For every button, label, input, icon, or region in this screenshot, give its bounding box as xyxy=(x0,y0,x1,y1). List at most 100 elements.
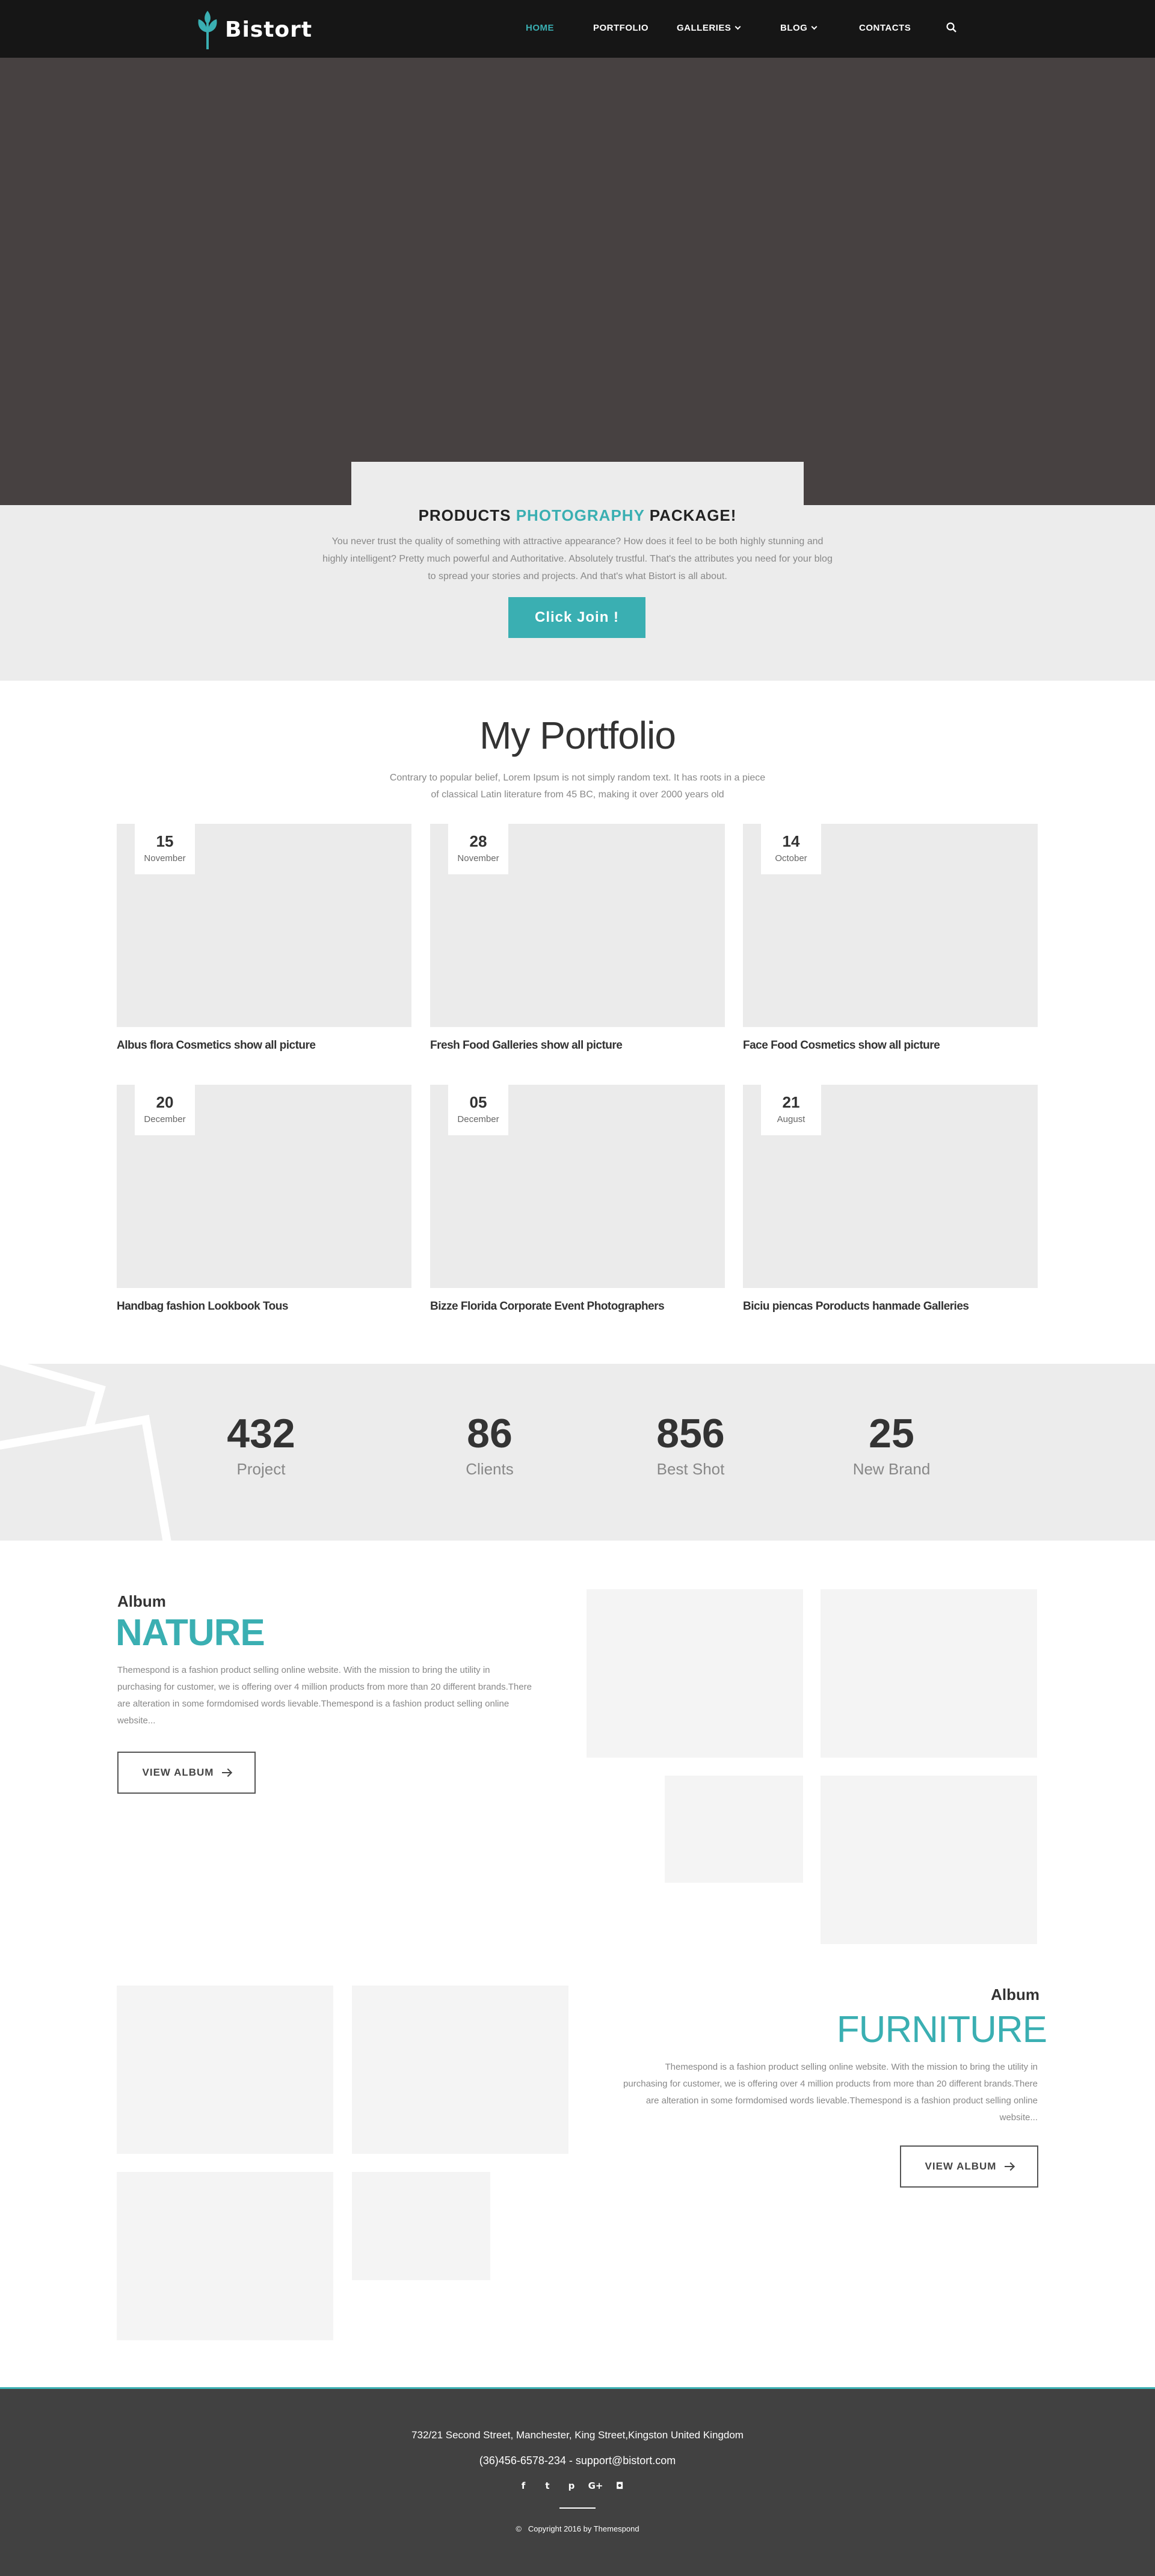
portfolio-image[interactable]: 14 October xyxy=(743,824,1038,1027)
date-month: December xyxy=(144,1114,186,1124)
portfolio-card-title[interactable]: Biciu piencas Poroducts hanmade Gallerie… xyxy=(743,1300,1038,1313)
album-photo[interactable] xyxy=(665,1776,803,1883)
counter-value: 432 xyxy=(227,1411,295,1456)
date-month: October xyxy=(775,853,807,863)
album-photo[interactable] xyxy=(352,2172,490,2280)
facebook-icon[interactable]: f xyxy=(517,2480,529,2492)
nav-home[interactable]: HOME xyxy=(526,23,554,33)
counter-label: Project xyxy=(236,1460,286,1478)
twitter-icon[interactable]: t xyxy=(541,2480,553,2492)
album-photo[interactable] xyxy=(117,1986,333,2154)
arrow-right-icon xyxy=(1005,2166,1014,2167)
counter-value: 856 xyxy=(656,1411,725,1456)
portfolio-image[interactable]: 28 November xyxy=(430,824,725,1027)
date-badge: 21 August xyxy=(761,1085,821,1135)
instagram-icon[interactable]: ◘ xyxy=(614,2480,626,2492)
date-badge: 20 December xyxy=(135,1085,195,1135)
nav-home-label: HOME xyxy=(526,23,554,33)
date-day: 14 xyxy=(782,832,800,850)
date-month: November xyxy=(457,853,499,863)
album-description-line: purchasing for customer, we is offering … xyxy=(117,1682,532,1692)
album-label: Album xyxy=(991,1986,1040,2004)
counter-label: Best Shot xyxy=(656,1460,725,1478)
portfolio-card[interactable]: 28 November Fresh Food Galleries show al… xyxy=(430,824,725,1052)
date-badge: 05 December xyxy=(448,1085,508,1135)
nav-contacts-label: CONTACTS xyxy=(859,23,911,33)
nav-portfolio[interactable]: PORTFOLIO xyxy=(593,23,648,33)
album-photo[interactable] xyxy=(587,1589,803,1758)
click-join-button[interactable]: Click Join ! xyxy=(508,597,645,638)
view-album-label: VIEW ALBUM xyxy=(925,2160,997,2172)
portfolio-image[interactable]: 21 August xyxy=(743,1085,1038,1288)
package-text-line: to spread your stories and projects. And… xyxy=(428,571,727,581)
package-title-post: PACKAGE! xyxy=(649,506,737,524)
counter-new-brand: 25 New Brand xyxy=(819,1411,964,1479)
copyright-text: Copyright 2016 by Themespond xyxy=(528,2524,639,2533)
album-description-line: website... xyxy=(117,1716,156,1726)
date-day: 28 xyxy=(469,832,487,850)
date-day: 15 xyxy=(156,832,174,850)
album-photo[interactable] xyxy=(821,1776,1037,1944)
counter-clients: 86 Clients xyxy=(417,1411,562,1479)
nav-portfolio-label: PORTFOLIO xyxy=(593,23,648,33)
date-badge: 15 November xyxy=(135,824,195,874)
social-links: f t p G+ ◘ xyxy=(517,2480,626,2492)
site-header: Bistort HOME PORTFOLIO GALLERIES BLOG CO… xyxy=(0,0,1155,58)
counter-best-shot: 856 Best Shot xyxy=(618,1411,763,1479)
date-badge: 14 October xyxy=(761,824,821,874)
view-album-button[interactable]: VIEW ALBUM xyxy=(900,2145,1038,2188)
album-description-line: Themespond is a fashion product selling … xyxy=(117,1665,490,1675)
google-plus-icon[interactable]: G+ xyxy=(588,2480,603,2492)
date-day: 21 xyxy=(782,1093,800,1111)
album-description-line: purchasing for customer, we is offering … xyxy=(623,2079,1038,2089)
portfolio-card[interactable]: 05 December Bizze Florida Corporate Even… xyxy=(430,1085,725,1313)
album-description-line: are alteration in some formdomised words… xyxy=(645,2096,1038,2106)
portfolio-card[interactable]: 15 November Albus flora Cosmetics show a… xyxy=(117,824,411,1052)
album-photo[interactable] xyxy=(117,2172,333,2340)
nav-contacts[interactable]: CONTACTS xyxy=(859,23,911,33)
portfolio-card-title[interactable]: Handbag fashion Lookbook Tous xyxy=(117,1300,411,1313)
portfolio-card-title[interactable]: Face Food Cosmetics show all picture xyxy=(743,1039,1038,1052)
package-title-pre: PRODUCTS xyxy=(418,506,511,524)
footer-contact: (36)456-6578-234 - support@bistort.com xyxy=(479,2455,676,2467)
portfolio-subtitle-line: of classical Latin literature from 45 BC… xyxy=(431,790,724,800)
counter-value: 86 xyxy=(467,1411,513,1456)
portfolio-image[interactable]: 20 December xyxy=(117,1085,411,1288)
pinterest-icon[interactable]: p xyxy=(565,2480,578,2492)
album-description-line: Themespond is a fashion product selling … xyxy=(665,2062,1038,2072)
portfolio-title: My Portfolio xyxy=(479,714,676,757)
portfolio-card-title[interactable]: Albus flora Cosmetics show all picture xyxy=(117,1039,411,1052)
date-day: 05 xyxy=(469,1093,487,1111)
album-photo[interactable] xyxy=(821,1589,1037,1758)
portfolio-card[interactable]: 20 December Handbag fashion Lookbook Tou… xyxy=(117,1085,411,1313)
portfolio-card-title[interactable]: Fresh Food Galleries show all picture xyxy=(430,1039,725,1052)
portfolio-image[interactable]: 05 December xyxy=(430,1085,725,1288)
nav-blog[interactable]: BLOG xyxy=(780,23,818,33)
search-icon[interactable] xyxy=(946,22,958,34)
date-month: August xyxy=(777,1114,805,1124)
counter-label: Clients xyxy=(466,1460,514,1478)
package-section xyxy=(0,505,1155,681)
album-photo[interactable] xyxy=(352,1986,568,2154)
portfolio-image[interactable]: 15 November xyxy=(117,824,411,1027)
package-tab xyxy=(351,462,804,505)
album-description: Themespond is a fashion product selling … xyxy=(117,1662,568,1729)
portfolio-card-title[interactable]: Bizze Florida Corporate Event Photograph… xyxy=(430,1300,725,1313)
portfolio-subtitle: Contrary to popular belief, Lorem Ipsum … xyxy=(337,770,818,803)
view-album-button[interactable]: VIEW ALBUM xyxy=(117,1752,256,1794)
date-month: December xyxy=(457,1114,499,1124)
album-description: Themespond is a fashion product selling … xyxy=(587,2059,1038,2126)
arrow-right-icon xyxy=(222,1772,231,1773)
album-title-nature: NATURE xyxy=(116,1612,265,1654)
nav-galleries[interactable]: GALLERIES xyxy=(677,23,741,33)
package-title: PRODUCTS PHOTOGRAPHY PACKAGE! xyxy=(0,506,1155,525)
date-day: 20 xyxy=(156,1093,174,1111)
date-month: November xyxy=(144,853,186,863)
main-nav: HOME PORTFOLIO GALLERIES BLOG CONTACTS xyxy=(0,0,1155,58)
chevron-down-icon xyxy=(811,23,818,30)
footer-divider xyxy=(559,2507,596,2509)
copyright-icon: © xyxy=(516,2524,522,2533)
portfolio-card[interactable]: 21 August Biciu piencas Poroducts hanmad… xyxy=(743,1085,1038,1313)
chevron-down-icon xyxy=(735,23,741,30)
portfolio-card[interactable]: 14 October Face Food Cosmetics show all … xyxy=(743,824,1038,1052)
